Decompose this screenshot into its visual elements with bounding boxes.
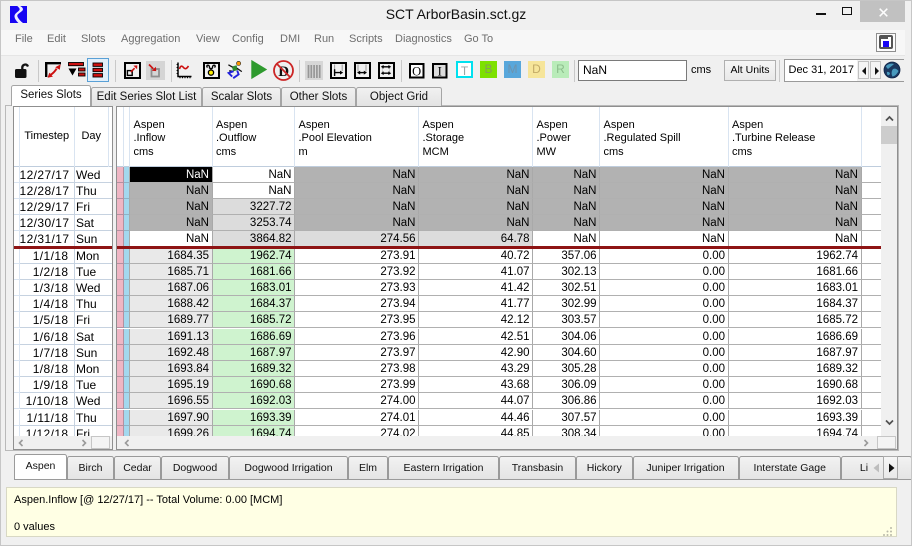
svg-text:I: I (438, 65, 442, 79)
svg-text:O: O (412, 65, 421, 79)
